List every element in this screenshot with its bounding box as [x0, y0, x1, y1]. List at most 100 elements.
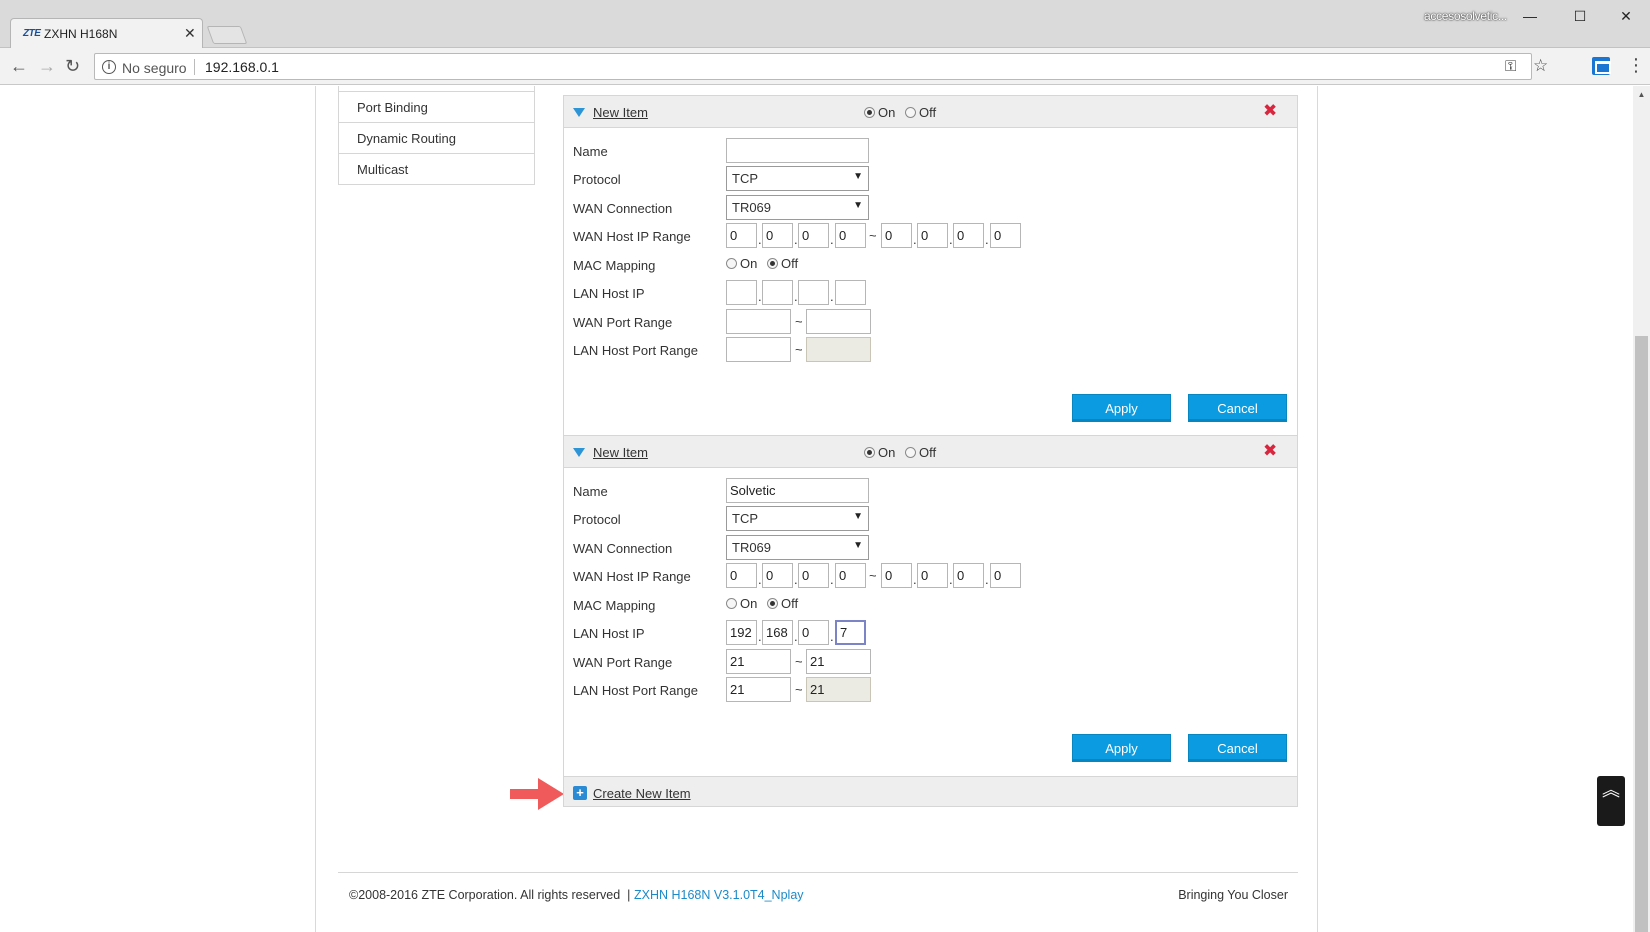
wan-connection-select[interactable]: TR069 ▼ [726, 535, 869, 560]
plus-icon[interactable]: + [573, 786, 587, 800]
toolbar: ← → ↻ i No seguro 192.168.0.1 ⚿ ☆ ⋮ [0, 48, 1650, 85]
minimize-icon[interactable]: — [1507, 4, 1553, 28]
wan-ip-end-octet-4[interactable] [990, 223, 1021, 248]
name-input[interactable] [726, 478, 869, 503]
wan-ip-end-octet-2[interactable] [917, 223, 948, 248]
cancel-button[interactable]: Cancel [1188, 734, 1287, 762]
collapse-triangle-icon[interactable] [573, 448, 585, 457]
lan-ip-octet-2[interactable] [762, 280, 793, 305]
lan-host-port-range-row: LAN Host Port Range ~ [573, 677, 1273, 703]
delete-item-icon[interactable]: ✖ [1263, 441, 1277, 461]
create-new-item-link[interactable]: Create New Item [593, 786, 691, 801]
apply-button[interactable]: Apply [1072, 734, 1171, 762]
reload-icon[interactable]: ↻ [65, 57, 80, 75]
lan-ip-octet-1[interactable] [726, 280, 757, 305]
wan-ip-start-octet-2[interactable] [762, 563, 793, 588]
enable-off-radio[interactable] [904, 447, 916, 458]
wan-ip-end-octet-3[interactable] [953, 223, 984, 248]
wan-port-start-input[interactable] [726, 309, 791, 334]
tab-close-icon[interactable]: ✕ [184, 25, 196, 42]
wan-ip-end-octet-1[interactable] [881, 223, 912, 248]
scroll-up-arrow-icon[interactable]: ▲ [1633, 86, 1650, 103]
lan-host-port-range-row: LAN Host Port Range ~ [573, 337, 1273, 363]
new-tab-button[interactable] [206, 26, 248, 44]
wan-ip-start-octet-4[interactable] [835, 223, 866, 248]
wan-ip-start-octet-1[interactable] [726, 223, 757, 248]
sidebar-item-port-binding[interactable]: Port Binding [339, 91, 534, 122]
forward-arrow-icon[interactable]: → [38, 57, 56, 75]
cancel-button[interactable]: Cancel [1188, 394, 1287, 422]
wan-port-end-input[interactable] [806, 649, 871, 674]
extension-icon[interactable] [1592, 57, 1611, 75]
wan-ip-start-octet-1[interactable] [726, 563, 757, 588]
wan-ip-end-octet-3[interactable] [953, 563, 984, 588]
name-input[interactable] [726, 138, 869, 163]
wan-port-start-input[interactable] [726, 649, 791, 674]
protocol-row: Protocol TCP ▼ [573, 506, 1273, 532]
browser-tab[interactable]: ZTE ZXHN H168N ✕ [10, 18, 203, 48]
lan-host-port-range-label: LAN Host Port Range [573, 343, 699, 358]
wan-ip-start-octet-3[interactable] [798, 223, 829, 248]
lan-ip-octet-1[interactable] [726, 620, 757, 645]
dropdown-arrow-icon: ▼ [853, 540, 863, 551]
mac-mapping-row: MAC Mapping On Off [573, 592, 1273, 618]
protocol-value: TCP [732, 511, 758, 526]
protocol-select[interactable]: TCP ▼ [726, 166, 869, 191]
address-bar[interactable]: i No seguro 192.168.0.1 ⚿ ☆ [94, 53, 1548, 80]
lan-ip-octet-2[interactable] [762, 620, 793, 645]
security-label[interactable]: No seguro [122, 60, 187, 76]
key-icon[interactable]: ⚿ [1505, 58, 1516, 75]
wan-ip-end-octet-2[interactable] [917, 563, 948, 588]
wan-ip-start-octet-3[interactable] [798, 563, 829, 588]
sidebar-item-dynamic-routing[interactable]: Dynamic Routing [339, 122, 534, 153]
wan-ip-end-octet-4[interactable] [990, 563, 1021, 588]
mac-mapping-off-radio[interactable] [766, 598, 778, 609]
protocol-row: Protocol TCP ▼ [573, 166, 1273, 192]
lan-ip-octet-4[interactable] [835, 620, 866, 645]
enable-on-radio[interactable] [864, 447, 875, 458]
delete-item-icon[interactable]: ✖ [1263, 101, 1277, 121]
tab-title: ZXHN H168N [44, 27, 118, 41]
lan-port-start-input[interactable] [726, 337, 791, 362]
item-title[interactable]: New Item [593, 105, 648, 120]
mac-mapping-label: MAC Mapping [573, 258, 656, 273]
lan-ip-octet-4[interactable] [835, 280, 866, 305]
wan-port-range-row: WAN Port Range ~ [573, 309, 1273, 335]
collapse-triangle-icon[interactable] [573, 108, 585, 117]
item-header: New Item On Off ✖ [564, 436, 1297, 468]
wan-ip-end-octet-1[interactable] [881, 563, 912, 588]
wan-port-end-input[interactable] [806, 309, 871, 334]
lan-port-start-input[interactable] [726, 677, 791, 702]
maximize-icon[interactable]: ☐ [1557, 4, 1603, 28]
item-title[interactable]: New Item [593, 445, 648, 460]
wan-ip-start-octet-2[interactable] [762, 223, 793, 248]
enable-off-radio[interactable] [904, 107, 916, 118]
copyright-label: ©2008-2016 ZTE Corporation. All rights r… [349, 888, 621, 902]
url-text[interactable]: 192.168.0.1 [205, 59, 279, 75]
mac-mapping-on-radio[interactable] [726, 258, 737, 269]
mac-mapping-on-radio[interactable] [726, 598, 737, 609]
back-to-top-button[interactable]: ︽ [1597, 776, 1625, 826]
off-label: Off [780, 596, 799, 611]
window-close-icon[interactable]: ✕ [1604, 4, 1648, 28]
browser-menu-icon[interactable]: ⋮ [1627, 56, 1645, 74]
info-icon[interactable]: i [102, 60, 116, 74]
mac-mapping-off-radio[interactable] [766, 258, 778, 269]
wan-connection-label: WAN Connection [573, 201, 673, 216]
lan-ip-octet-3[interactable] [798, 280, 829, 305]
wan-connection-row: WAN Connection TR069 ▼ [573, 195, 1273, 221]
protocol-select[interactable]: TCP ▼ [726, 506, 869, 531]
scroll-thumb[interactable] [1635, 336, 1648, 932]
zte-favicon: ZTE [23, 28, 41, 39]
sidebar-item-multicast[interactable]: Multicast [339, 153, 534, 184]
bookmark-star-icon[interactable]: ☆ [1533, 56, 1548, 76]
lan-ip-octet-3[interactable] [798, 620, 829, 645]
page-scrollbar[interactable]: ▲ [1633, 86, 1650, 932]
wan-connection-select[interactable]: TR069 ▼ [726, 195, 869, 220]
enable-on-radio[interactable] [864, 107, 875, 118]
wan-ip-start-octet-4[interactable] [835, 563, 866, 588]
profile-name[interactable]: accesosolvetic... [1424, 9, 1507, 23]
lan-host-ip-row: LAN Host IP . . . [573, 280, 1273, 306]
back-arrow-icon[interactable]: ← [10, 57, 28, 75]
apply-button[interactable]: Apply [1072, 394, 1171, 422]
